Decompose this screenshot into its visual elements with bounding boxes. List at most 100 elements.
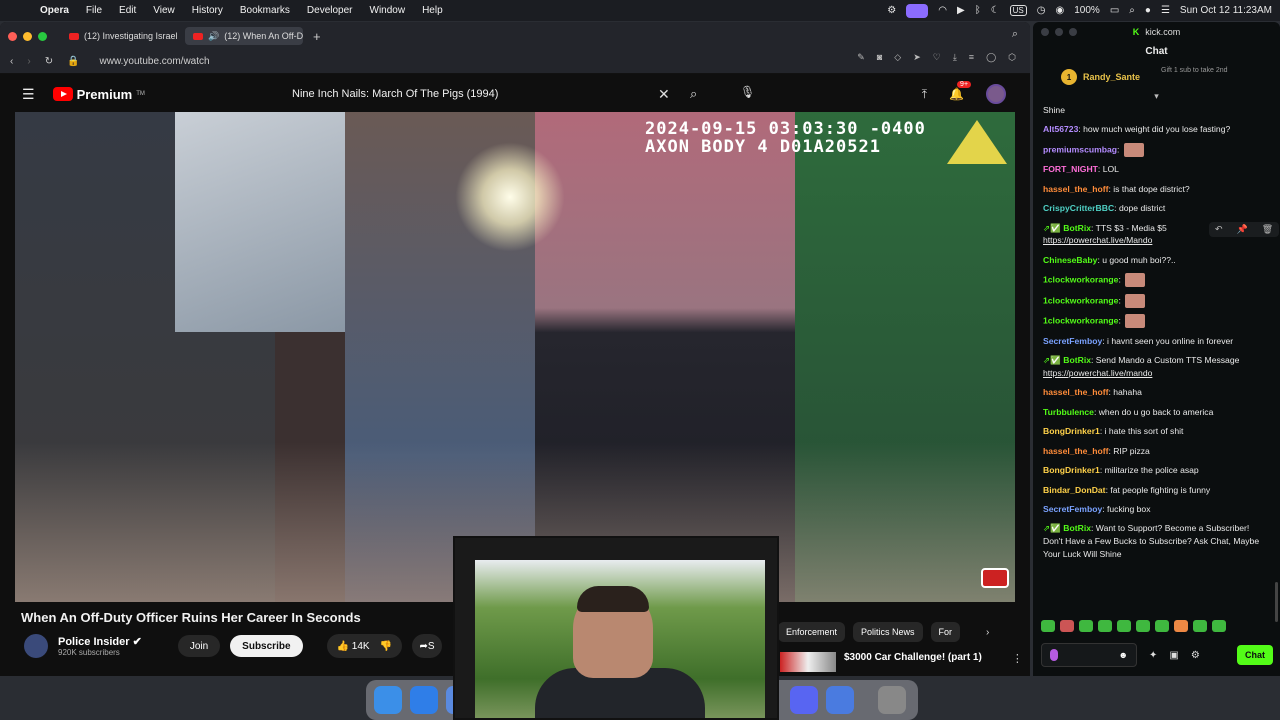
dislike-button[interactable]: 👎 bbox=[380, 641, 392, 652]
channel-avatar[interactable] bbox=[24, 634, 48, 658]
battery-icon[interactable]: ▭ bbox=[1110, 5, 1119, 16]
chat-username[interactable]: premiumscumbag bbox=[1043, 144, 1117, 154]
upload-icon[interactable]: ⤒ bbox=[922, 87, 927, 102]
chat-link[interactable]: https://powerchat.live/mando bbox=[1043, 368, 1152, 378]
chat-username[interactable]: 1clockworkorange bbox=[1043, 275, 1118, 285]
close-window-button[interactable] bbox=[8, 31, 17, 41]
search-button[interactable]: ⌕ bbox=[690, 86, 730, 102]
chat-username[interactable]: 1clockworkorange bbox=[1043, 295, 1118, 305]
tab-when-an-off-duty[interactable]: 🔊 (12) When An Off-D bbox=[185, 27, 303, 45]
menu-window[interactable]: Window bbox=[370, 5, 406, 16]
subscribe-button[interactable]: Subscribe bbox=[230, 635, 303, 657]
chat-username[interactable]: Alt56723 bbox=[1043, 124, 1078, 134]
account-avatar[interactable] bbox=[986, 84, 1006, 104]
tab-investigating[interactable]: (12) Investigating Israel bbox=[61, 27, 179, 45]
chat-message[interactable]: ⇗✅ BotRix: Want to Support? Become a Sub… bbox=[1043, 522, 1270, 561]
chat-message[interactable]: ChineseBaby: u good muh boi??.. bbox=[1043, 254, 1270, 267]
minimize-window-button[interactable] bbox=[1055, 28, 1063, 36]
menu-help[interactable]: Help bbox=[422, 5, 443, 16]
chat-username[interactable]: ChineseBaby bbox=[1043, 255, 1097, 265]
chip-enforcement[interactable]: Enforcement bbox=[778, 622, 846, 642]
emote-icon[interactable] bbox=[1041, 620, 1055, 632]
close-window-button[interactable] bbox=[1041, 28, 1049, 36]
channel-name[interactable]: Police Insider ✔ bbox=[58, 635, 142, 648]
pinned-gift-banner[interactable]: 1 Randy_Sante Gift 1 sub to take 2nd bbox=[1033, 62, 1280, 92]
speaker-icon[interactable]: 🔊 bbox=[208, 31, 219, 42]
play-icon[interactable]: ▶ bbox=[957, 5, 965, 16]
forward-icon[interactable]: › bbox=[27, 56, 30, 67]
chat-message[interactable]: Shine bbox=[1043, 104, 1270, 117]
chat-message[interactable]: hassel_the_hoff: is that dope district? bbox=[1043, 183, 1270, 196]
screen-record-icon[interactable] bbox=[906, 3, 929, 18]
extension-icon[interactable]: ⬡ bbox=[1008, 52, 1016, 63]
bluetooth-icon[interactable]: ᛒ bbox=[975, 5, 981, 16]
chat-username[interactable]: Bindar_DonDat bbox=[1043, 485, 1106, 495]
edit-icon[interactable]: ✎ bbox=[857, 52, 865, 63]
chat-username[interactable]: 1clockworkorange bbox=[1043, 316, 1118, 326]
chat-input[interactable]: ☻ bbox=[1041, 643, 1137, 667]
chat-message[interactable]: 1clockworkorange: bbox=[1043, 273, 1270, 288]
chat-message[interactable]: BongDrinker1: militarize the police asap bbox=[1043, 464, 1270, 477]
like-button[interactable]: 👍 14K bbox=[337, 641, 370, 652]
chevron-right-icon[interactable]: › bbox=[986, 627, 989, 638]
battery-percent[interactable]: 100% bbox=[1074, 5, 1100, 16]
chat-username[interactable]: BotRix bbox=[1063, 355, 1091, 365]
finder-icon[interactable] bbox=[374, 686, 402, 714]
chat-message[interactable]: ⇗✅ BotRix: Send Mando a Custom TTS Messa… bbox=[1043, 354, 1270, 380]
voice-search-icon[interactable]: 🎙 bbox=[740, 85, 755, 99]
chat-scrollbar[interactable] bbox=[1275, 582, 1278, 622]
emote-icon[interactable] bbox=[1136, 620, 1150, 632]
back-icon[interactable]: ‹ bbox=[10, 56, 13, 67]
chat-username[interactable]: hassel_the_hoff bbox=[1043, 387, 1108, 397]
chat-message[interactable]: BongDrinker1: i hate this sort of shit bbox=[1043, 425, 1270, 438]
notifications-bell-icon[interactable]: 🔔 9+ bbox=[949, 81, 972, 101]
menu-file[interactable]: File bbox=[86, 5, 102, 16]
gift-icon[interactable]: ▣ bbox=[1169, 650, 1178, 661]
safari-icon[interactable] bbox=[410, 686, 438, 714]
emote-icon[interactable] bbox=[1117, 620, 1131, 632]
emote-icon[interactable] bbox=[1060, 620, 1074, 632]
menu-app-opera[interactable]: Opera bbox=[40, 5, 69, 16]
discord-icon[interactable] bbox=[790, 686, 818, 714]
chip-for[interactable]: For bbox=[930, 622, 961, 642]
chat-username[interactable]: SecretFemboy bbox=[1043, 504, 1102, 514]
channel-watermark-icon[interactable] bbox=[981, 568, 1009, 588]
more-options-icon[interactable]: ⋮ bbox=[1012, 652, 1023, 665]
emote-icon[interactable] bbox=[1155, 620, 1169, 632]
chat-message[interactable]: SecretFemboy: fucking box bbox=[1043, 503, 1270, 516]
chat-username[interactable]: hassel_the_hoff bbox=[1043, 446, 1108, 456]
chat-message[interactable]: CrispyCritterBBC: dope district bbox=[1043, 202, 1270, 215]
emote-icon[interactable] bbox=[1098, 620, 1112, 632]
control-center-icon[interactable]: ☰ bbox=[1161, 5, 1170, 16]
chat-message[interactable]: hassel_the_hoff: RIP pizza bbox=[1043, 445, 1270, 458]
headphones-icon[interactable]: ◠ bbox=[938, 5, 947, 16]
chat-message[interactable]: 1clockworkorange: bbox=[1043, 293, 1270, 308]
menu-history[interactable]: History bbox=[192, 5, 223, 16]
menu-view[interactable]: View bbox=[153, 5, 175, 16]
chat-username[interactable]: BongDrinker1 bbox=[1043, 465, 1100, 475]
chat-link[interactable]: https://powerchat.live/Mando bbox=[1043, 235, 1152, 245]
hamburger-menu-icon[interactable]: ☰ bbox=[22, 86, 35, 103]
chat-username[interactable]: BotRix bbox=[1063, 523, 1091, 533]
youtube-logo[interactable]: Premium TM bbox=[52, 87, 145, 102]
chat-username[interactable]: BongDrinker1 bbox=[1043, 426, 1100, 436]
emote-icon[interactable] bbox=[1079, 620, 1093, 632]
send-icon[interactable]: ➤ bbox=[913, 52, 921, 63]
keyboard-layout-indicator[interactable]: US bbox=[1009, 5, 1027, 16]
sparkle-icon[interactable]: ✦ bbox=[1149, 650, 1157, 661]
wifi-icon[interactable]: ◉ bbox=[1056, 5, 1065, 16]
download-icon[interactable]: ⤓ bbox=[953, 52, 957, 63]
chat-username[interactable]: hassel_the_hoff bbox=[1043, 184, 1108, 194]
menu-developer[interactable]: Developer bbox=[307, 5, 353, 16]
menu-clock[interactable]: Sun Oct 12 11:23AM bbox=[1180, 5, 1272, 16]
chat-message[interactable]: 1clockworkorange: bbox=[1043, 314, 1270, 329]
clock-icon[interactable]: ◷ bbox=[1037, 5, 1046, 16]
zoom-window-button[interactable] bbox=[38, 31, 47, 41]
shield-icon[interactable]: ◇ bbox=[894, 52, 901, 63]
menu-icon[interactable]: ≡ bbox=[969, 52, 974, 63]
emote-icon[interactable] bbox=[1174, 620, 1188, 632]
control-icon[interactable]: ⚙ bbox=[887, 5, 896, 16]
menu-edit[interactable]: Edit bbox=[119, 5, 136, 16]
chat-username[interactable]: BotRix bbox=[1063, 223, 1091, 233]
profile-icon[interactable]: ◯ bbox=[986, 52, 996, 63]
